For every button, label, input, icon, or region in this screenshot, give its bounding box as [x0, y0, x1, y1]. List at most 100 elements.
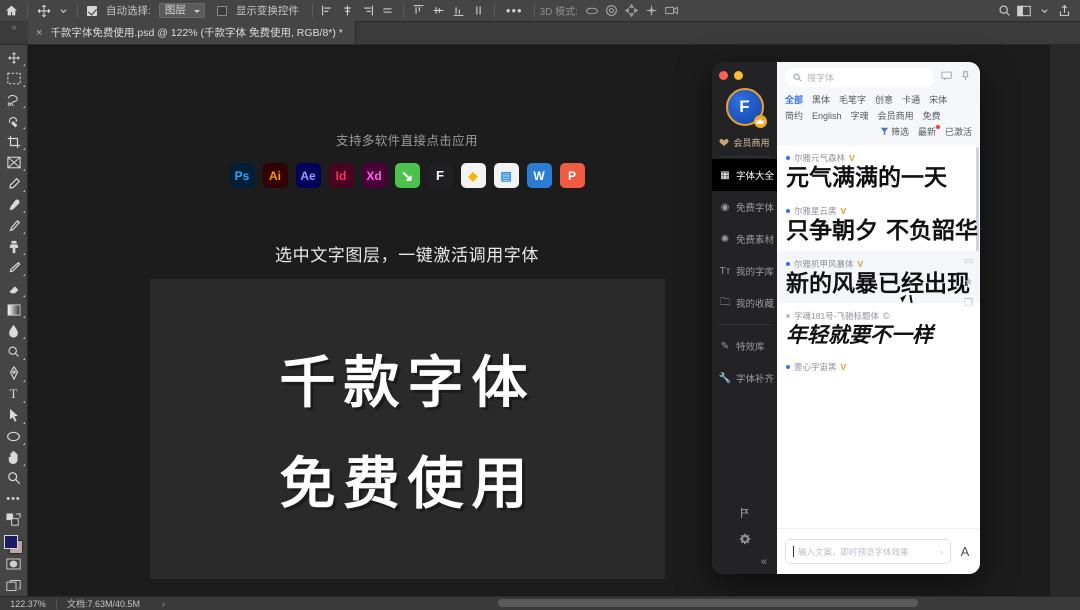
- foreground-color-swatch[interactable]: [3, 534, 18, 549]
- app-icon-word[interactable]: W: [526, 163, 552, 188]
- close-window-button[interactable]: [719, 71, 728, 80]
- app-icon-illustrator[interactable]: Ai: [262, 163, 288, 188]
- zoom-tool[interactable]: [1, 468, 27, 489]
- vip-status[interactable]: 会员商用: [719, 136, 770, 149]
- filter-button[interactable]: 筛选: [880, 125, 909, 138]
- tag-创意[interactable]: 创意: [875, 93, 893, 106]
- align-center-horizontal-icon[interactable]: [338, 1, 358, 21]
- tag-简约[interactable]: 简约: [785, 109, 803, 122]
- message-icon[interactable]: [940, 71, 953, 84]
- sidebar-item-font-library[interactable]: ▦ 字体大全: [712, 159, 777, 191]
- auto-select-dropdown[interactable]: 图层: [158, 3, 205, 18]
- slide-3d-icon[interactable]: [642, 1, 662, 21]
- distribute-horizontal-icon[interactable]: [378, 1, 398, 21]
- font-card[interactable]: 壹心宇宙黑 V: [777, 354, 980, 381]
- move-tool-icon[interactable]: [33, 0, 55, 22]
- app-icon-photoshop[interactable]: Ps: [229, 163, 255, 188]
- default-colors-icon[interactable]: [1, 510, 27, 531]
- tag-已激活[interactable]: 已激活: [945, 125, 972, 138]
- pan-3d-icon[interactable]: [622, 1, 642, 21]
- font-list[interactable]: 尔雅元气森林 V 元气满满的一天 尔雅星云黑 V 只争朝夕 不负韶华 尔雅机甲风暴体 V 新的风…: [777, 145, 980, 528]
- distribute-vertical-icon[interactable]: [469, 1, 489, 21]
- font-card[interactable]: 尔雅元气森林 V 元气满满的一天: [777, 145, 980, 198]
- home-icon[interactable]: [0, 0, 22, 22]
- dodge-tool[interactable]: [1, 341, 27, 362]
- align-right-icon[interactable]: [358, 1, 378, 21]
- auto-select-checkbox[interactable]: 自动选择:: [83, 0, 159, 22]
- workspace-icon[interactable]: [1014, 1, 1034, 21]
- sidebar-item-free-assets[interactable]: ✺ 免费素材: [712, 223, 777, 255]
- camera-3d-icon[interactable]: [662, 1, 682, 21]
- healing-brush-tool[interactable]: [1, 194, 27, 215]
- ellipse-tool[interactable]: [1, 426, 27, 447]
- pen-tool[interactable]: [1, 362, 27, 383]
- search-icon[interactable]: [994, 1, 1014, 21]
- align-bottom-icon[interactable]: [449, 1, 469, 21]
- horizontal-scrollbar[interactable]: [498, 599, 918, 607]
- zoom-level[interactable]: 122.37%: [0, 599, 56, 609]
- chevron-down-icon[interactable]: [1034, 1, 1054, 21]
- status-expand-arrow[interactable]: ›: [140, 599, 165, 609]
- quick-selection-tool[interactable]: [1, 110, 27, 131]
- align-middle-icon[interactable]: [429, 1, 449, 21]
- sidebar-item-free-fonts[interactable]: ◉ 免费字体: [712, 191, 777, 223]
- close-icon[interactable]: ×: [36, 27, 42, 39]
- crop-tool[interactable]: [1, 131, 27, 152]
- font-card[interactable]: 字魂181号-飞驰标题体 © 年轻就要不一样: [777, 303, 980, 354]
- minimize-window-button[interactable]: [734, 71, 743, 80]
- roll-3d-icon[interactable]: [602, 1, 622, 21]
- edit-toolbar-button[interactable]: •••: [1, 489, 27, 510]
- foreground-background-color-swatch[interactable]: [1, 533, 27, 554]
- show-transform-checkbox[interactable]: 显示变换控件: [213, 0, 307, 22]
- tag-English[interactable]: English: [812, 111, 842, 121]
- tag-全部[interactable]: 全部: [785, 93, 803, 106]
- tag-最新[interactable]: 最新: [918, 125, 940, 138]
- more-options-button[interactable]: •••: [500, 3, 529, 18]
- eraser-tool[interactable]: [1, 278, 27, 299]
- tag-字魂[interactable]: 字魂: [851, 109, 869, 122]
- tag-卡通[interactable]: 卡通: [902, 93, 920, 106]
- path-selection-tool[interactable]: [1, 405, 27, 426]
- app-icon-keynote[interactable]: ▤: [493, 163, 519, 188]
- window-controls[interactable]: [719, 71, 743, 80]
- tag-黑体[interactable]: 黑体: [812, 93, 830, 106]
- favorite-star-icon[interactable]: ★: [962, 276, 975, 289]
- type-tool[interactable]: T: [1, 384, 27, 405]
- move-tool[interactable]: [1, 47, 27, 68]
- app-icon-figma[interactable]: F: [427, 163, 453, 188]
- frame-tool[interactable]: [1, 152, 27, 173]
- app-icon-keynote-green[interactable]: ↘: [394, 163, 420, 188]
- feedback-icon[interactable]: [732, 500, 758, 526]
- tag-免费[interactable]: 免费: [923, 109, 941, 122]
- app-icon-indesign[interactable]: Id: [328, 163, 354, 188]
- tag-会员商用[interactable]: 会员商用: [878, 109, 914, 122]
- document-tab[interactable]: × 千款字体免费使用.psd @ 122% (千款字体 免费使用, RGB/8*…: [28, 21, 356, 44]
- screen-mode-icon[interactable]: [1, 575, 27, 596]
- comment-icon[interactable]: ▭: [962, 255, 975, 268]
- eyedropper-tool[interactable]: [1, 173, 27, 194]
- pin-icon[interactable]: [959, 70, 972, 84]
- align-top-icon[interactable]: [409, 1, 429, 21]
- avatar[interactable]: F: [725, 88, 767, 128]
- font-card[interactable]: 尔雅机甲风暴体 V 新的风暴已经出现 ▭ ★ ❐: [777, 250, 980, 309]
- font-card[interactable]: 尔雅星云黑 V 只争朝夕 不负韶华: [777, 198, 980, 251]
- history-brush-tool[interactable]: [1, 257, 27, 278]
- app-icon-powerpoint[interactable]: P: [559, 163, 585, 188]
- font-size-button[interactable]: A: [958, 544, 972, 559]
- gradient-tool[interactable]: [1, 299, 27, 320]
- sidebar-item-my-fonts[interactable]: Tт 我的字库: [712, 255, 777, 287]
- clone-stamp-tool[interactable]: [1, 236, 27, 257]
- move-tool-dropdown[interactable]: [55, 0, 72, 22]
- lasso-tool[interactable]: [1, 89, 27, 110]
- collapse-panel-button[interactable]: «: [761, 552, 767, 568]
- app-icon-sketch[interactable]: ◆: [460, 163, 486, 188]
- orbit-3d-icon[interactable]: [582, 1, 602, 21]
- chevron-right-icon[interactable]: ›: [940, 547, 943, 557]
- settings-gear-icon[interactable]: [732, 526, 758, 552]
- tag-毛笔字[interactable]: 毛笔字: [839, 93, 866, 106]
- brush-tool[interactable]: [1, 215, 27, 236]
- search-input[interactable]: 搜字体: [785, 67, 934, 87]
- app-icon-xd[interactable]: Xd: [361, 163, 387, 188]
- app-icon-after-effects[interactable]: Ae: [295, 163, 321, 188]
- hand-tool[interactable]: [1, 447, 27, 468]
